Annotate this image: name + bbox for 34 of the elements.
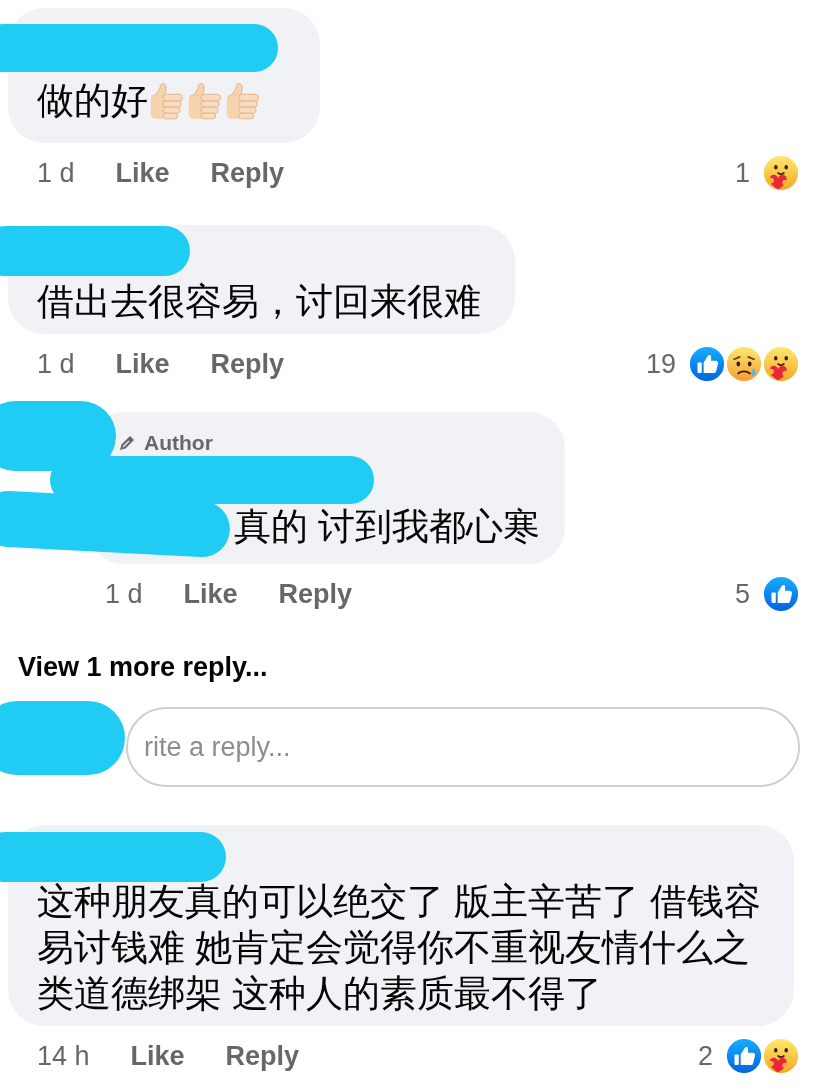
comment-text: 借出去很容易，讨回来很难 (37, 280, 482, 324)
view-more-replies-link[interactable]: View 1 more reply... (18, 650, 268, 684)
reaction-count: 2 (697, 1039, 713, 1073)
reply-button[interactable]: Reply (278, 576, 353, 612)
comment-time: 1 d (105, 577, 143, 611)
like-button[interactable]: Like (130, 1038, 185, 1074)
pen-icon (118, 434, 136, 452)
thumbs-up-badge-icon (688, 345, 726, 383)
comment-text: 这种朋友真的可以绝交了 版主辛苦了 借钱容易讨钱难 她肯定会觉得你不重视友情什么之类道德绑架 这种人的素质最不得了 (37, 880, 762, 1016)
like-button[interactable]: Like (115, 346, 170, 382)
comment-time: 1 d (37, 347, 75, 381)
thumbs-up-badge-icon (725, 1037, 763, 1075)
reply-button[interactable]: Reply (210, 346, 285, 382)
reply-field[interactable]: rite a reply... (126, 707, 800, 787)
hugging-heart-face-icon (762, 154, 800, 192)
reaction-count: 1 (734, 156, 750, 190)
reply-button[interactable]: Reply (210, 155, 285, 191)
thumbs-up-icon (224, 82, 260, 120)
author-label: Author (144, 430, 213, 456)
like-button[interactable]: Like (183, 576, 238, 612)
reaction-count: 19 (645, 347, 676, 381)
hugging-heart-face-icon (762, 1037, 800, 1075)
thumbs-up-icon (148, 82, 184, 120)
comment-time: 14 h (37, 1039, 90, 1073)
comment-time: 1 d (37, 156, 75, 190)
thumbs-up-badge-icon (762, 575, 800, 613)
like-button[interactable]: Like (115, 155, 170, 191)
comment-text: 做的好 (37, 79, 148, 123)
comment-text: 真的 讨到我都心寒 (234, 505, 542, 549)
hugging-heart-face-icon (762, 345, 800, 383)
reaction-count: 5 (734, 577, 750, 611)
reply-button[interactable]: Reply (225, 1038, 300, 1074)
crying-face-icon (725, 345, 763, 383)
thumbs-up-icon (186, 82, 222, 120)
